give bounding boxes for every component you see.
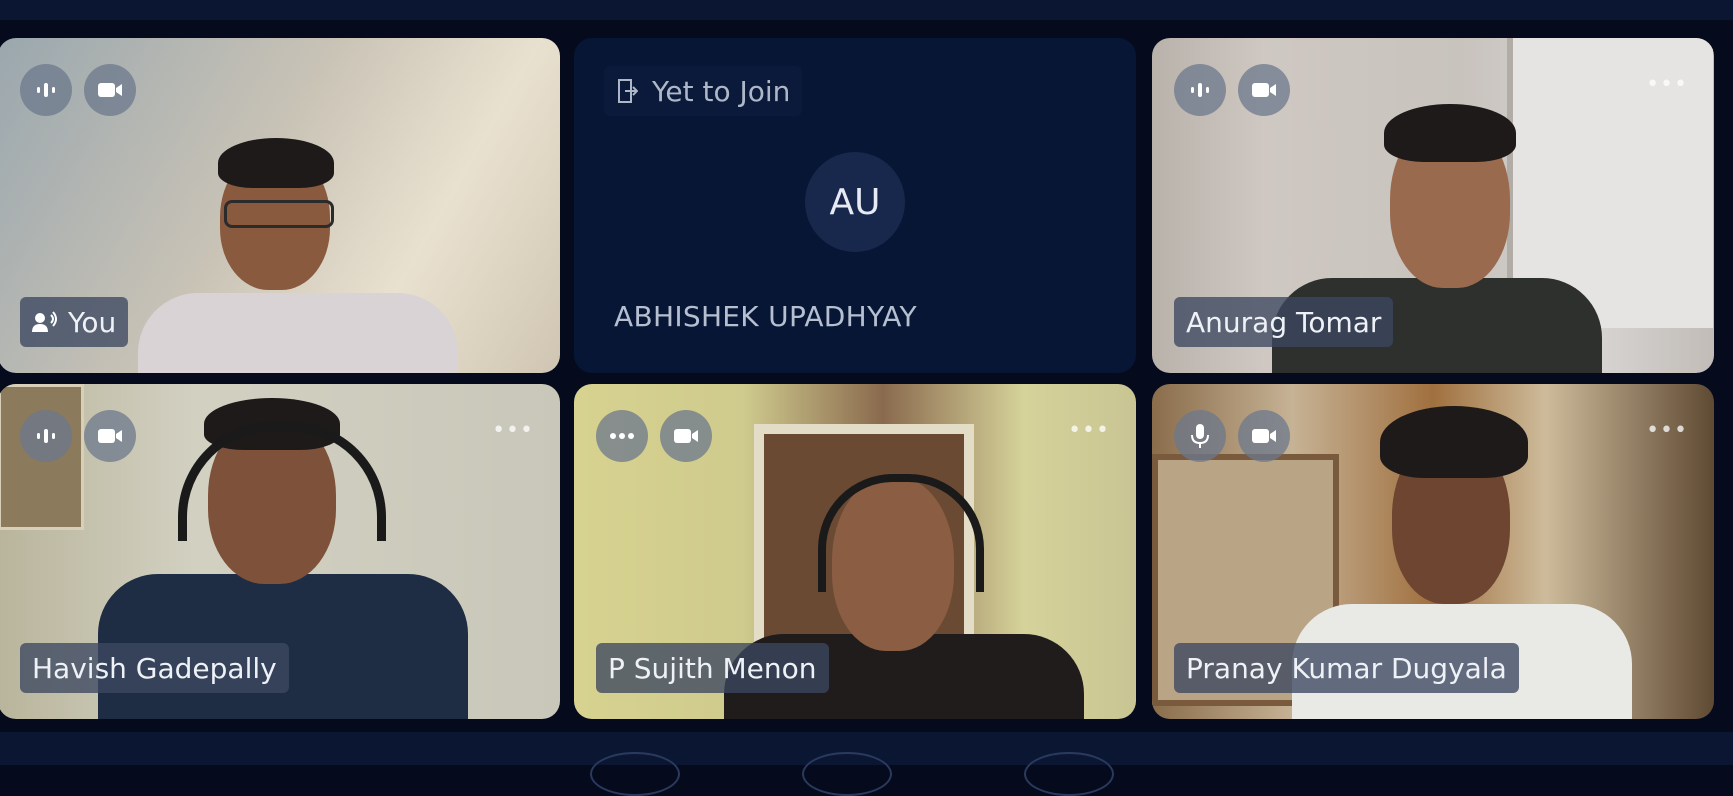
more-options-icon[interactable]: ••• (1646, 418, 1688, 443)
mic-status-button[interactable] (20, 410, 72, 462)
mic-status-button[interactable] (1174, 410, 1226, 462)
video-camera-icon (1252, 429, 1276, 443)
participant-name: P Sujith Menon (608, 651, 817, 685)
join-status-badge: Yet to Join (604, 66, 803, 116)
toolbar-button[interactable] (590, 752, 680, 796)
toolbar-button[interactable] (1024, 752, 1114, 796)
participant-tile-havish[interactable]: ••• Havish Gadepally (0, 384, 560, 719)
more-options-icon[interactable]: ••• (1068, 418, 1110, 443)
camera-status-button[interactable] (84, 64, 136, 116)
participant-tile-pranay[interactable]: ••• Pranay Kumar Dugyala (1152, 384, 1714, 719)
name-tag: Pranay Kumar Dugyala (1174, 643, 1519, 693)
participant-tile-you[interactable]: You (0, 38, 560, 373)
video-camera-icon (1252, 83, 1276, 97)
participant-name: You (68, 305, 117, 339)
participant-name: Havish Gadepally (32, 651, 277, 685)
top-bar (0, 0, 1733, 20)
audio-active-icon (1191, 83, 1209, 97)
more-dots-icon (610, 433, 634, 439)
name-tag: Anurag Tomar (1174, 297, 1394, 347)
avatar-initials: AU (829, 181, 881, 223)
participant-tile-sujith[interactable]: ••• P Sujith Menon (574, 384, 1136, 719)
audio-active-icon (37, 429, 55, 443)
camera-status-button[interactable] (660, 410, 712, 462)
more-options-icon[interactable]: ••• (492, 418, 534, 443)
name-tag: P Sujith Menon (596, 643, 829, 693)
avatar: AU (805, 152, 905, 252)
participant-name: ABHISHEK UPADHYAY (614, 300, 917, 333)
audio-active-icon (37, 83, 55, 97)
video-camera-icon (98, 83, 122, 97)
microphone-icon (1191, 424, 1209, 448)
name-tag: You (20, 297, 129, 347)
mic-status-button[interactable] (20, 64, 72, 116)
video-camera-icon (98, 429, 122, 443)
participant-tile-abhishek[interactable]: Yet to Join AU ABHISHEK UPADHYAY (574, 38, 1136, 373)
camera-status-button[interactable] (1238, 64, 1290, 116)
more-options-icon[interactable]: ••• (1646, 72, 1688, 97)
participant-tile-anurag[interactable]: ••• Anurag Tomar (1152, 38, 1714, 373)
toolbar-button[interactable] (802, 752, 892, 796)
participant-name: Anurag Tomar (1186, 305, 1382, 339)
camera-status-button[interactable] (1238, 410, 1290, 462)
name-tag: Havish Gadepally (20, 643, 289, 693)
participant-name: Pranay Kumar Dugyala (1186, 651, 1507, 685)
join-status-text: Yet to Join (652, 74, 791, 108)
mic-status-button[interactable] (1174, 64, 1226, 116)
camera-status-button[interactable] (84, 410, 136, 462)
exit-door-icon (618, 79, 638, 103)
more-status-button[interactable] (596, 410, 648, 462)
speaker-icon (32, 311, 57, 332)
video-camera-icon (674, 429, 698, 443)
